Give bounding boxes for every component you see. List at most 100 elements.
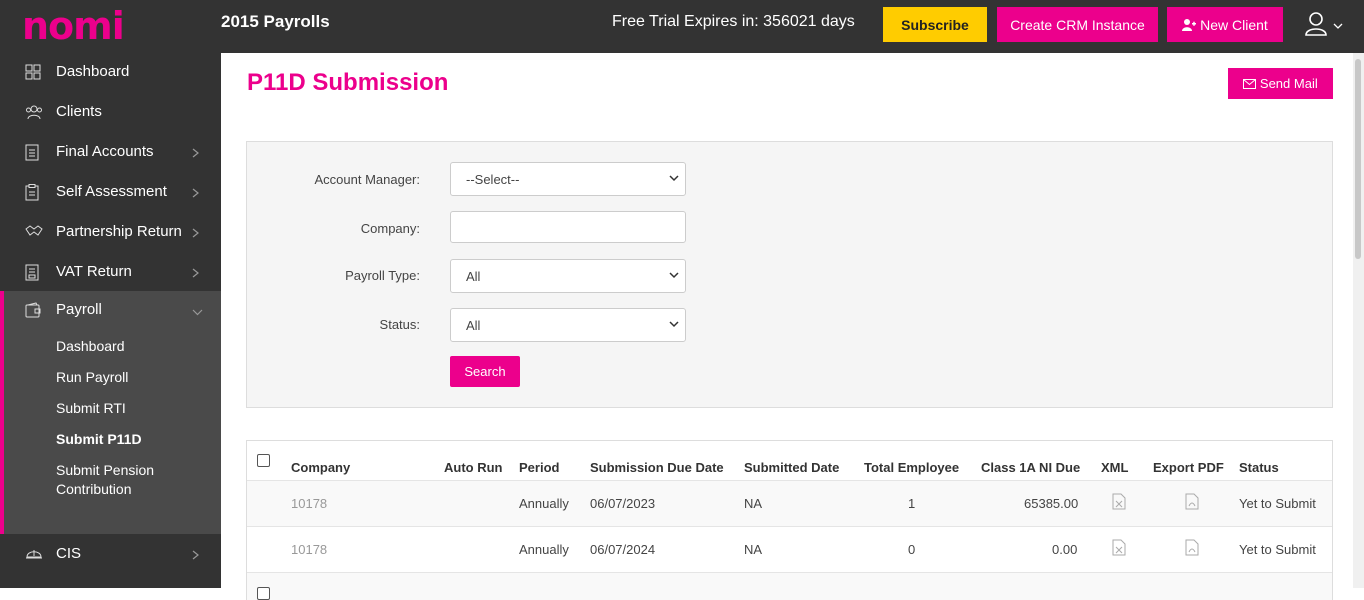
column-header-total-employee[interactable]: Total Employee bbox=[864, 460, 959, 475]
column-header-ni-due[interactable]: Class 1A NI Due bbox=[981, 460, 1080, 475]
pdf-file-icon[interactable] bbox=[1185, 539, 1199, 559]
company-input[interactable] bbox=[450, 211, 686, 243]
chevron-down-icon bbox=[669, 171, 679, 185]
cell-status: Yet to Submit bbox=[1239, 542, 1316, 557]
select-value: All bbox=[466, 269, 481, 284]
payroll-type-label: Payroll Type: bbox=[345, 268, 420, 283]
clipboard-icon bbox=[25, 184, 43, 202]
users-icon bbox=[25, 104, 43, 122]
sidebar-item-cis[interactable]: CIS bbox=[0, 535, 221, 575]
sidebar: Dashboard Clients Final Accounts Self As… bbox=[0, 53, 221, 588]
sidebar-item-clients[interactable]: Clients bbox=[0, 93, 221, 133]
cell-total-employee: 1 bbox=[908, 496, 916, 511]
sidebar-item-payroll[interactable]: Payroll bbox=[0, 291, 221, 331]
cell-ni-due: 65385.00 bbox=[1024, 496, 1079, 511]
payroll-sub-dashboard[interactable]: Dashboard bbox=[56, 338, 125, 354]
sidebar-item-label: Partnership Return bbox=[56, 223, 182, 240]
search-button[interactable]: Search bbox=[450, 356, 520, 387]
cell-company[interactable]: 10178 bbox=[291, 496, 327, 511]
select-value: All bbox=[466, 318, 481, 333]
payroll-type-select[interactable]: All bbox=[450, 259, 686, 293]
scrollbar[interactable] bbox=[1353, 53, 1364, 588]
payroll-sub-run-payroll[interactable]: Run Payroll bbox=[56, 369, 128, 385]
chevron-down-icon bbox=[669, 268, 679, 282]
column-header-submitted-date[interactable]: Submitted Date bbox=[744, 460, 839, 475]
table-row[interactable]: 10178 Annually 06/07/2023 NA 1 65385.00 … bbox=[247, 480, 1332, 526]
table-row[interactable]: 10178 Annually 06/07/2024 NA 0 0.00 Yet … bbox=[247, 526, 1332, 572]
payroll-sub-pension-contribution[interactable]: Contribution bbox=[56, 481, 132, 497]
cell-submitted-date: NA bbox=[744, 496, 763, 511]
user-plus-icon bbox=[1182, 17, 1200, 33]
sidebar-item-vat-return[interactable]: VAT Return bbox=[0, 253, 221, 293]
send-mail-button[interactable]: Send Mail bbox=[1228, 68, 1333, 99]
cell-due-date: 06/07/2024 bbox=[590, 542, 656, 557]
user-icon bbox=[1305, 12, 1331, 40]
sidebar-item-label: Self Assessment bbox=[56, 183, 167, 200]
column-header-company[interactable]: Company bbox=[291, 460, 350, 475]
table-row[interactable] bbox=[247, 572, 1332, 600]
chevron-right-icon bbox=[192, 147, 199, 161]
app-title: 2015 Payrolls bbox=[221, 12, 330, 31]
cell-period: Annually bbox=[519, 542, 569, 557]
column-header-due-date[interactable]: Submission Due Date bbox=[590, 460, 724, 475]
payroll-sub-submit-pension[interactable]: Submit Pension bbox=[56, 462, 154, 478]
payroll-sub-submit-p11d[interactable]: Submit P11D bbox=[56, 431, 142, 447]
select-value: --Select-- bbox=[466, 172, 520, 187]
chevron-down-icon bbox=[1331, 23, 1343, 40]
row-checkbox[interactable] bbox=[257, 587, 270, 600]
cell-total-employee: 0 bbox=[908, 542, 916, 557]
column-header-period[interactable]: Period bbox=[519, 460, 559, 475]
user-menu[interactable] bbox=[1305, 12, 1343, 41]
account-manager-select[interactable]: --Select-- bbox=[450, 162, 686, 196]
status-select[interactable]: All bbox=[450, 308, 686, 342]
company-label: Company: bbox=[360, 221, 420, 236]
wallet-icon bbox=[25, 302, 43, 320]
grid-icon bbox=[25, 64, 43, 82]
column-header-xml[interactable]: XML bbox=[1101, 460, 1128, 475]
send-mail-label: Send Mail bbox=[1259, 76, 1318, 91]
create-crm-button[interactable]: Create CRM Instance bbox=[997, 7, 1158, 42]
envelope-icon bbox=[1243, 76, 1257, 91]
cell-period: Annually bbox=[519, 496, 569, 511]
chevron-down-icon bbox=[669, 317, 679, 331]
xml-file-icon[interactable] bbox=[1112, 493, 1126, 513]
handshake-icon bbox=[25, 224, 43, 242]
sidebar-item-label: Final Accounts bbox=[56, 143, 154, 160]
sidebar-item-self-assessment[interactable]: Self Assessment bbox=[0, 173, 221, 213]
payroll-sub-submit-rti[interactable]: Submit RTI bbox=[56, 400, 126, 416]
sidebar-item-partnership-return[interactable]: Partnership Return bbox=[0, 213, 221, 253]
cell-due-date: 06/07/2023 bbox=[590, 496, 656, 511]
submissions-table: Company Auto Run Period Submission Due D… bbox=[246, 440, 1333, 600]
chevron-down-icon bbox=[192, 305, 203, 319]
cell-status: Yet to Submit bbox=[1239, 496, 1316, 511]
sidebar-item-label: Clients bbox=[56, 103, 102, 120]
pdf-file-icon[interactable] bbox=[1185, 493, 1199, 513]
cell-submitted-date: NA bbox=[744, 542, 763, 557]
helmet-icon bbox=[25, 546, 43, 564]
column-header-status[interactable]: Status bbox=[1239, 460, 1279, 475]
sidebar-item-label: VAT Return bbox=[56, 263, 132, 280]
chevron-right-icon bbox=[192, 267, 199, 281]
status-label: Status: bbox=[379, 317, 420, 332]
cell-ni-due: 0.00 bbox=[1052, 542, 1078, 557]
column-header-auto-run[interactable]: Auto Run bbox=[444, 460, 502, 475]
scrollbar-thumb[interactable] bbox=[1355, 59, 1361, 259]
select-all-checkbox[interactable] bbox=[257, 454, 270, 467]
sidebar-item-label: CIS bbox=[56, 545, 82, 562]
page-title: P11D Submission bbox=[247, 69, 449, 96]
main-content: P11D Submission Send Mail Account Manage… bbox=[221, 53, 1364, 600]
chevron-right-icon bbox=[192, 549, 199, 563]
cell-company[interactable]: 10178 bbox=[291, 542, 327, 557]
sidebar-item-dashboard[interactable]: Dashboard bbox=[0, 53, 221, 93]
logo[interactable]: nomi bbox=[22, 4, 125, 48]
chevron-right-icon bbox=[192, 227, 199, 241]
new-client-label: New Client bbox=[1200, 16, 1268, 33]
column-header-export-pdf[interactable]: Export PDF bbox=[1153, 460, 1224, 475]
new-client-button[interactable]: New Client bbox=[1167, 7, 1283, 42]
subscribe-button[interactable]: Subscribe bbox=[883, 7, 987, 42]
account-manager-label: Account Manager: bbox=[314, 172, 420, 187]
receipt-icon bbox=[25, 264, 43, 282]
xml-file-icon[interactable] bbox=[1112, 539, 1126, 559]
sidebar-item-final-accounts[interactable]: Final Accounts bbox=[0, 133, 221, 173]
sidebar-item-label: Payroll bbox=[56, 301, 102, 318]
